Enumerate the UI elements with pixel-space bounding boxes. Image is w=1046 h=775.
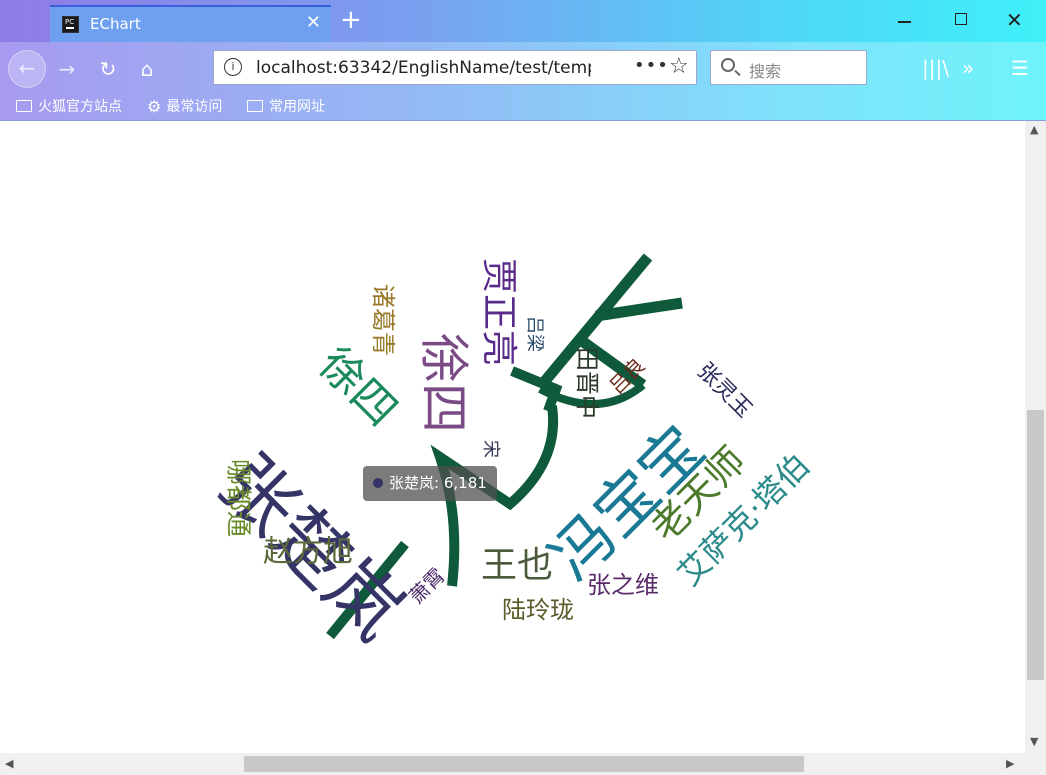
bookmark-most-visited[interactable]: ⚙ 最常访问 — [147, 96, 222, 116]
tab-title: EChart — [90, 15, 141, 33]
word-cloud-chart: 张楚岚 冯宝宝 徐四 徐四 贾正亮 老天师 艾萨克·塔伯 王也 赵方旭 诸葛青 … — [202, 253, 817, 657]
vertical-scroll-thumb[interactable] — [1027, 410, 1044, 680]
browser-window: PC EChart ✕ + ✕ ← → ↻ ⌂ i localhost:6334… — [0, 0, 1046, 775]
gear-icon: ⚙ — [147, 97, 162, 116]
word-zhang-zhi-wei[interactable]: 张之维 — [587, 571, 659, 599]
search-icon — [721, 58, 735, 72]
bookmark-label: 常用网址 — [269, 99, 325, 115]
word-text: 张之维 — [587, 571, 659, 599]
word-zhu-ge-qing[interactable]: 诸葛青 — [369, 284, 397, 356]
chart-tooltip: 张楚岚: 6,181 — [363, 466, 497, 501]
folder-icon — [16, 100, 32, 112]
minimize-button[interactable] — [895, 10, 915, 30]
bookmark-common-sites[interactable]: 常用网址 — [247, 96, 325, 116]
bookmarks-bar: 火狐官方站点 ⚙ 最常访问 常用网址 — [0, 92, 1046, 121]
home-button[interactable]: ⌂ — [134, 56, 160, 82]
scroll-up-icon[interactable]: ▲ — [1030, 123, 1038, 136]
word-text: 诸葛青 — [369, 284, 397, 356]
word-jia-zheng-liang[interactable]: 贾正亮 — [478, 258, 519, 366]
scroll-corner — [1025, 753, 1046, 775]
word-text: 赵方旭 — [263, 535, 353, 570]
word-text: 王也 — [481, 545, 553, 586]
tooltip-color-dot — [373, 478, 383, 488]
horizontal-scroll-thumb[interactable] — [244, 756, 804, 772]
word-text: 哪都通 — [223, 459, 253, 537]
word-tian-jin-zhong[interactable]: 田晋中 — [573, 347, 601, 419]
word-text: 贾正亮 — [478, 258, 519, 366]
word-wang-ye[interactable]: 王也 — [481, 545, 553, 586]
scroll-down-icon[interactable]: ▼ — [1030, 735, 1038, 748]
word-song[interactable]: 宋 — [480, 440, 501, 458]
word-lv-liang[interactable]: 吕梁 — [524, 316, 545, 352]
title-bar: PC EChart ✕ + ✕ — [0, 0, 1046, 42]
bookmark-label: 最常访问 — [166, 99, 223, 115]
tooltip-name: 张楚岚 — [389, 474, 435, 492]
overflow-icon[interactable]: » — [962, 56, 974, 80]
menu-icon[interactable]: ☰ — [1011, 56, 1029, 80]
word-text: 吕梁 — [524, 316, 545, 352]
maximize-button[interactable] — [952, 10, 972, 30]
word-zhang-ling-yu[interactable]: 张灵玉 — [692, 358, 756, 422]
info-icon[interactable]: i — [224, 58, 242, 76]
word-text: 徐四 — [415, 333, 473, 433]
pycharm-icon: PC — [62, 16, 79, 33]
forward-button[interactable]: → — [54, 56, 80, 82]
folder-icon — [247, 100, 263, 112]
word-text: 田晋中 — [573, 347, 601, 419]
library-icon[interactable]: |||\ — [922, 56, 949, 80]
vertical-scrollbar[interactable]: ▲ ▼ — [1025, 121, 1046, 753]
search-box[interactable]: 搜索 — [710, 50, 867, 85]
word-text: 张灵玉 — [692, 358, 756, 422]
close-window-button[interactable]: ✕ — [1006, 10, 1026, 30]
scroll-left-icon[interactable]: ◀ — [5, 757, 13, 770]
tooltip-value: 6,181 — [443, 474, 487, 492]
url-bar[interactable]: i localhost:63342/EnglishName/test/temp … — [213, 50, 697, 85]
page-content: 张楚岚 冯宝宝 徐四 徐四 贾正亮 老天师 艾萨克·塔伯 王也 赵方旭 诸葛青 … — [0, 121, 1025, 753]
tab-echart[interactable]: PC EChart ✕ — [50, 5, 331, 42]
word-xu-si-large[interactable]: 徐四 — [415, 333, 473, 433]
nav-toolbar: ← → ↻ ⌂ i localhost:63342/EnglishName/te… — [0, 42, 1046, 92]
word-lu-ling-long[interactable]: 陆玲珑 — [502, 596, 574, 624]
url-text[interactable]: localhost:63342/EnglishName/test/temp — [256, 58, 591, 78]
bookmark-label: 火狐官方站点 — [38, 99, 122, 115]
horizontal-scrollbar[interactable]: ◀ ▶ — [0, 753, 1025, 775]
word-zhao-fang-xu[interactable]: 赵方旭 — [263, 535, 353, 570]
scroll-right-icon[interactable]: ▶ — [1006, 757, 1014, 770]
bookmark-firefox-site[interactable]: 火狐官方站点 — [16, 96, 122, 116]
page-actions-icon[interactable]: ••• — [634, 55, 669, 76]
tab-close-icon[interactable]: ✕ — [306, 12, 321, 33]
word-na-du-tong[interactable]: 哪都通 — [223, 459, 253, 537]
word-text: 宋 — [480, 440, 501, 458]
word-text: 陆玲珑 — [502, 596, 574, 624]
back-button[interactable]: ← — [8, 50, 46, 88]
search-placeholder: 搜索 — [749, 62, 782, 81]
new-tab-button[interactable]: + — [340, 6, 362, 34]
bookmark-star-icon[interactable]: ☆ — [669, 54, 689, 79]
reload-button[interactable]: ↻ — [95, 56, 121, 82]
